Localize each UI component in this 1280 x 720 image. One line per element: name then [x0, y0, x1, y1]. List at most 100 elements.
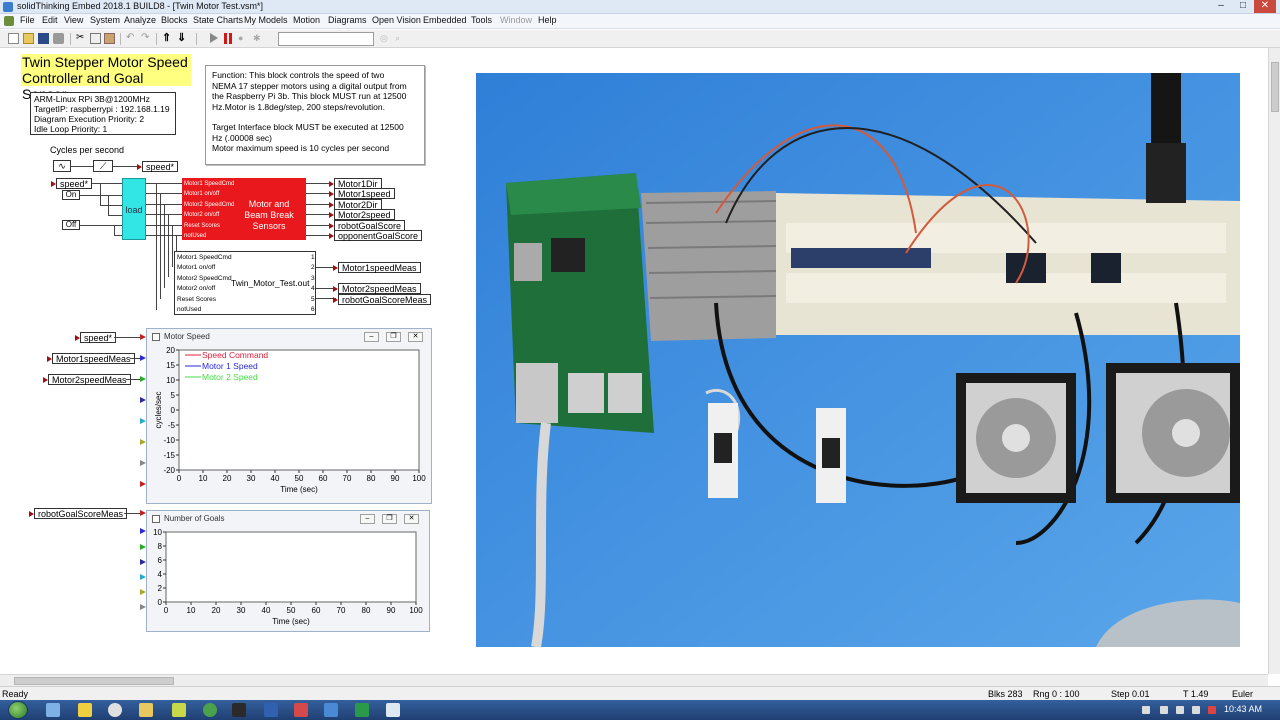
plot-goal-input[interactable]: robotGoalScoreMeas: [28, 508, 128, 519]
opponent-goal-score-output[interactable]: opponentGoalScore: [328, 230, 423, 241]
tray-icon[interactable]: [1176, 706, 1184, 714]
description-box[interactable]: Function: This block controls the speed …: [205, 65, 425, 165]
copy-icon[interactable]: [90, 33, 101, 44]
taskbar-app-icon[interactable]: [108, 703, 122, 717]
motor-speed-chart[interactable]: 0 10 20 30 40 50 60 70 80 90 10020151050-5-10-15-2…: [147, 344, 431, 503]
horizontal-scrollbar-thumb[interactable]: [14, 677, 174, 685]
menu-analyze[interactable]: Analyze: [124, 15, 156, 25]
plot-restore-button[interactable]: ❐: [386, 332, 401, 342]
sine-source-block[interactable]: ∿: [53, 160, 71, 172]
plot-minimize-button[interactable]: –: [364, 332, 379, 342]
menu-edit[interactable]: Edit: [42, 15, 58, 25]
description-line: Hz.Motor is 1.8deg/step, 200 steps/revol…: [212, 101, 385, 112]
tray-icon[interactable]: [1192, 706, 1200, 714]
robot-goal-score-meas-output[interactable]: robotGoalScoreMeas: [332, 294, 432, 305]
taskbar-app-icon[interactable]: [264, 703, 278, 717]
save-icon[interactable]: [38, 33, 49, 44]
speed-label-block[interactable]: speed*: [136, 161, 179, 172]
speed-input-block[interactable]: speed*: [50, 178, 93, 189]
find-icon[interactable]: ⌕: [395, 33, 406, 44]
on-constant-block[interactable]: On: [62, 190, 80, 200]
menu-blocks[interactable]: Blocks: [161, 15, 188, 25]
menu-system[interactable]: System: [90, 15, 120, 25]
plot-motor2-input[interactable]: Motor2speedMeas: [43, 374, 131, 385]
taskbar-app-icon[interactable]: [203, 703, 217, 717]
step-down-icon[interactable]: ⇓: [177, 33, 188, 44]
motor1-speed-meas-output[interactable]: Motor1speedMeas: [333, 262, 421, 273]
menu-embedded[interactable]: Embedded: [423, 15, 467, 25]
menu-open-vision[interactable]: Open Vision: [372, 15, 421, 25]
taskbar-app-icon[interactable]: [172, 703, 186, 717]
taskbar-app-icon[interactable]: [355, 703, 369, 717]
motor-speed-plot-window[interactable]: Motor Speed – ❐ ✕ 0 10 20 30 40 50 60 70 80 90 100…: [146, 328, 432, 504]
tray-icon[interactable]: [1142, 706, 1150, 714]
wire: [146, 193, 182, 194]
motor-beam-sensor-block[interactable]: Motor1 SpeedCmd Motor1 on/off Motor2 Spe…: [182, 178, 306, 240]
redo-icon[interactable]: ↷: [141, 33, 152, 44]
wire: [130, 358, 140, 359]
taskbar-app-icon[interactable]: [232, 703, 246, 717]
taskbar-app-icon[interactable]: [46, 703, 60, 717]
status-time: T 1.49: [1183, 689, 1209, 699]
menu-tools[interactable]: Tools: [471, 15, 492, 25]
menu-state-charts[interactable]: State Charts: [193, 15, 243, 25]
maximize-button[interactable]: □: [1232, 0, 1254, 13]
zoom-icon[interactable]: ◎: [380, 33, 391, 44]
off-constant-block[interactable]: Off: [62, 220, 80, 230]
motor1-speed-output[interactable]: Motor1speed: [329, 188, 395, 199]
menu-help[interactable]: Help: [538, 15, 557, 25]
menu-view[interactable]: View: [64, 15, 83, 25]
start-button[interactable]: [8, 701, 28, 719]
diagram-title-box[interactable]: Twin Stepper Motor Speed Controller and …: [21, 54, 191, 102]
plot-restore-button[interactable]: ❐: [382, 514, 397, 524]
motor2-speed-output[interactable]: Motor2speed: [329, 209, 395, 220]
toolbar-search-input[interactable]: [278, 32, 374, 46]
vertical-scrollbar-thumb[interactable]: [1271, 62, 1279, 112]
plot-motor1-input[interactable]: Motor1speedMeas: [47, 353, 135, 364]
x-tick-label: 70: [337, 606, 346, 615]
menu-motion[interactable]: Motion: [293, 15, 320, 25]
menu-my-models[interactable]: My Models: [244, 15, 288, 25]
diagram-canvas[interactable]: Twin Stepper Motor Speed Controller and …: [0, 48, 1268, 674]
menu-file[interactable]: File: [20, 15, 35, 25]
port-number: 5: [311, 295, 315, 303]
menu-window[interactable]: Window: [500, 15, 532, 25]
tray-icon[interactable]: [1160, 706, 1168, 714]
print-icon[interactable]: [53, 33, 64, 44]
plot-close-button[interactable]: ✕: [404, 514, 419, 524]
settings-icon[interactable]: ✱: [253, 33, 264, 44]
taskbar-app-icon[interactable]: [324, 703, 338, 717]
tray-icon[interactable]: [1208, 706, 1216, 714]
plot-minimize-button[interactable]: –: [360, 514, 375, 524]
horizontal-scrollbar[interactable]: [0, 674, 1268, 686]
pause-icon[interactable]: [224, 33, 232, 44]
port-label: Motor1 on/off: [177, 264, 216, 272]
run-icon[interactable]: [210, 33, 218, 43]
plot-close-button[interactable]: ✕: [408, 332, 423, 342]
vertical-scrollbar[interactable]: [1268, 48, 1280, 674]
undo-icon[interactable]: ↶: [126, 33, 137, 44]
step-up-icon[interactable]: ⇑: [162, 33, 173, 44]
close-button[interactable]: ✕: [1254, 0, 1276, 13]
limit-block[interactable]: ⟋: [93, 160, 113, 172]
port-label: Motor1 on/off: [184, 191, 220, 198]
menu-diagrams[interactable]: Diagrams: [328, 15, 367, 25]
target-info-box[interactable]: ARM-Linux RPi 3B@1200MHz TargetIP: raspb…: [30, 92, 176, 135]
plot-speed-input[interactable]: speed*: [74, 332, 117, 343]
twin-motor-out-block[interactable]: Motor1 SpeedCmd Motor1 on/off Motor2 Spe…: [174, 251, 316, 315]
taskbar-app-icon[interactable]: [78, 703, 92, 717]
taskbar-app-icon[interactable]: [139, 703, 153, 717]
document-icon[interactable]: [4, 16, 14, 26]
load-block[interactable]: load: [122, 178, 146, 240]
minimize-button[interactable]: –: [1210, 0, 1232, 13]
new-file-icon[interactable]: [8, 33, 19, 44]
number-of-goals-plot-window[interactable]: Number of Goals – ❐ ✕ 0 10 20 30 40 50 60 70 80 9…: [146, 510, 430, 632]
motor2-speed-meas-output[interactable]: Motor2speedMeas: [333, 283, 421, 294]
open-folder-icon[interactable]: [23, 33, 34, 44]
taskbar-app-icon[interactable]: [294, 703, 308, 717]
number-of-goals-chart[interactable]: 0 10 20 30 40 50 60 70 80 90 1001086420Time (sec): [147, 526, 429, 631]
stop-icon[interactable]: ●: [238, 33, 249, 44]
paste-icon[interactable]: [104, 33, 115, 44]
cut-icon[interactable]: ✂: [76, 33, 87, 44]
taskbar-app-icon[interactable]: [386, 703, 400, 717]
